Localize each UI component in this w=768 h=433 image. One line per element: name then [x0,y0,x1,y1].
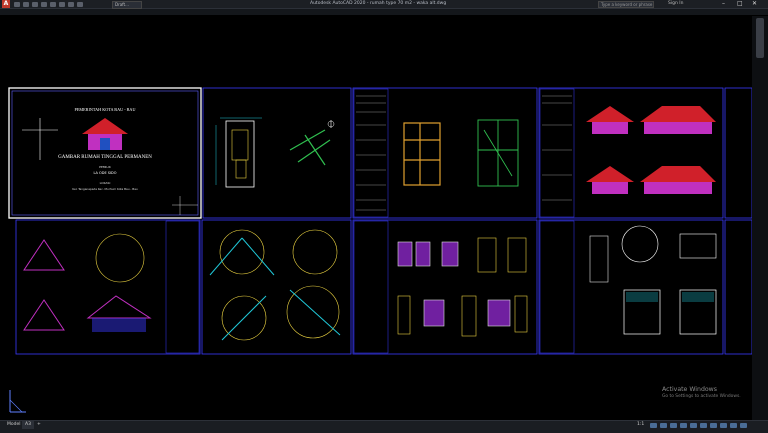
grid-toggle-icon[interactable] [650,423,657,428]
polar-toggle-icon[interactable] [680,423,687,428]
undo-icon[interactable] [59,1,65,7]
search-input[interactable]: Type a keyword or phrase [598,1,654,8]
drawing-canvas[interactable]: PEMERINTAH KOTA BAU - BAU GAMBAR RUMAH T… [0,16,752,420]
sheet-doors-windows[interactable] [352,219,538,355]
autocad-logo-icon[interactable]: A [2,0,10,8]
close-button[interactable]: ✕ [752,0,757,8]
vertical-scrollbar-thumb[interactable] [756,18,764,58]
cad-drawing: PEMERINTAH KOTA BAU - BAU GAMBAR RUMAH T… [8,87,752,413]
share-icon[interactable] [77,1,83,7]
save-as-icon[interactable] [41,1,47,7]
sheet-site-plan[interactable] [202,87,352,219]
title-bar: A Draft... Autodesk AutoCAD 2020 - rumah… [0,0,768,9]
ucs-icon [9,390,26,413]
lineweight-toggle-icon[interactable] [700,423,707,428]
model-tab[interactable]: Model [4,421,24,429]
title-block [353,220,389,354]
sign-in-button[interactable]: Sign In [668,0,683,8]
status-toggle-group [650,423,747,428]
new-icon[interactable] [14,1,20,7]
cover-location: Kel. Tanganapada Kec. Murhum Kota Bau - … [72,187,138,191]
osnap-toggle-icon[interactable] [690,423,697,428]
quick-access-toolbar [14,0,83,8]
menu-icon[interactable] [740,423,747,428]
save-icon[interactable] [32,1,38,7]
sheet-roof-details[interactable] [201,219,352,355]
fullscreen-icon[interactable] [730,423,737,428]
title-block [165,220,200,354]
cover-house-door [100,138,110,150]
customize-icon[interactable] [720,423,727,428]
file-tab-strip [0,9,768,15]
open-icon[interactable] [23,1,29,7]
sheet-sections[interactable] [15,219,201,355]
ortho-toggle-icon[interactable] [670,423,677,428]
cover-house-roof [82,118,128,134]
maximize-button[interactable]: □ [737,0,743,8]
workspace-dropdown[interactable]: Draft... [112,1,142,9]
sheet-floor-plans[interactable] [352,87,538,219]
window-title: Autodesk AutoCAD 2020 - rumah type 70 m2… [310,1,447,6]
activate-windows-hint: Go to Settings to activate Windows. [662,394,741,399]
layout-tab-a3[interactable]: A3 [22,421,34,429]
redo-icon[interactable] [68,1,74,7]
minimize-button[interactable]: – [722,0,725,8]
workspace-switch-icon[interactable] [710,423,717,428]
sheet-septic-tank[interactable] [538,219,724,355]
cover-owner-label: PEMILIK [99,165,112,169]
activate-windows-watermark: Activate Windows [662,386,717,393]
title-block [539,88,575,218]
plot-icon[interactable] [50,1,56,7]
vertical-scrollbar[interactable] [752,16,768,420]
cover-owner-name: LA ODE SIDO [93,171,116,175]
cover-sheet[interactable]: PEMERINTAH KOTA BAU - BAU GAMBAR RUMAH T… [8,87,202,219]
cover-title: GAMBAR RUMAH TINGGAL PERMANEN [58,155,152,160]
snap-toggle-icon[interactable] [660,423,667,428]
cover-location-label: LOKASI [100,181,111,185]
add-layout-button[interactable]: + [34,421,44,429]
sheet-edge-title-block[interactable] [724,87,752,355]
sheet-elevations[interactable] [538,87,724,219]
title-block [353,88,389,218]
annotation-scale[interactable]: 1:1 [637,421,644,429]
cover-header: PEMERINTAH KOTA BAU - BAU [75,107,136,112]
title-block [539,220,575,354]
